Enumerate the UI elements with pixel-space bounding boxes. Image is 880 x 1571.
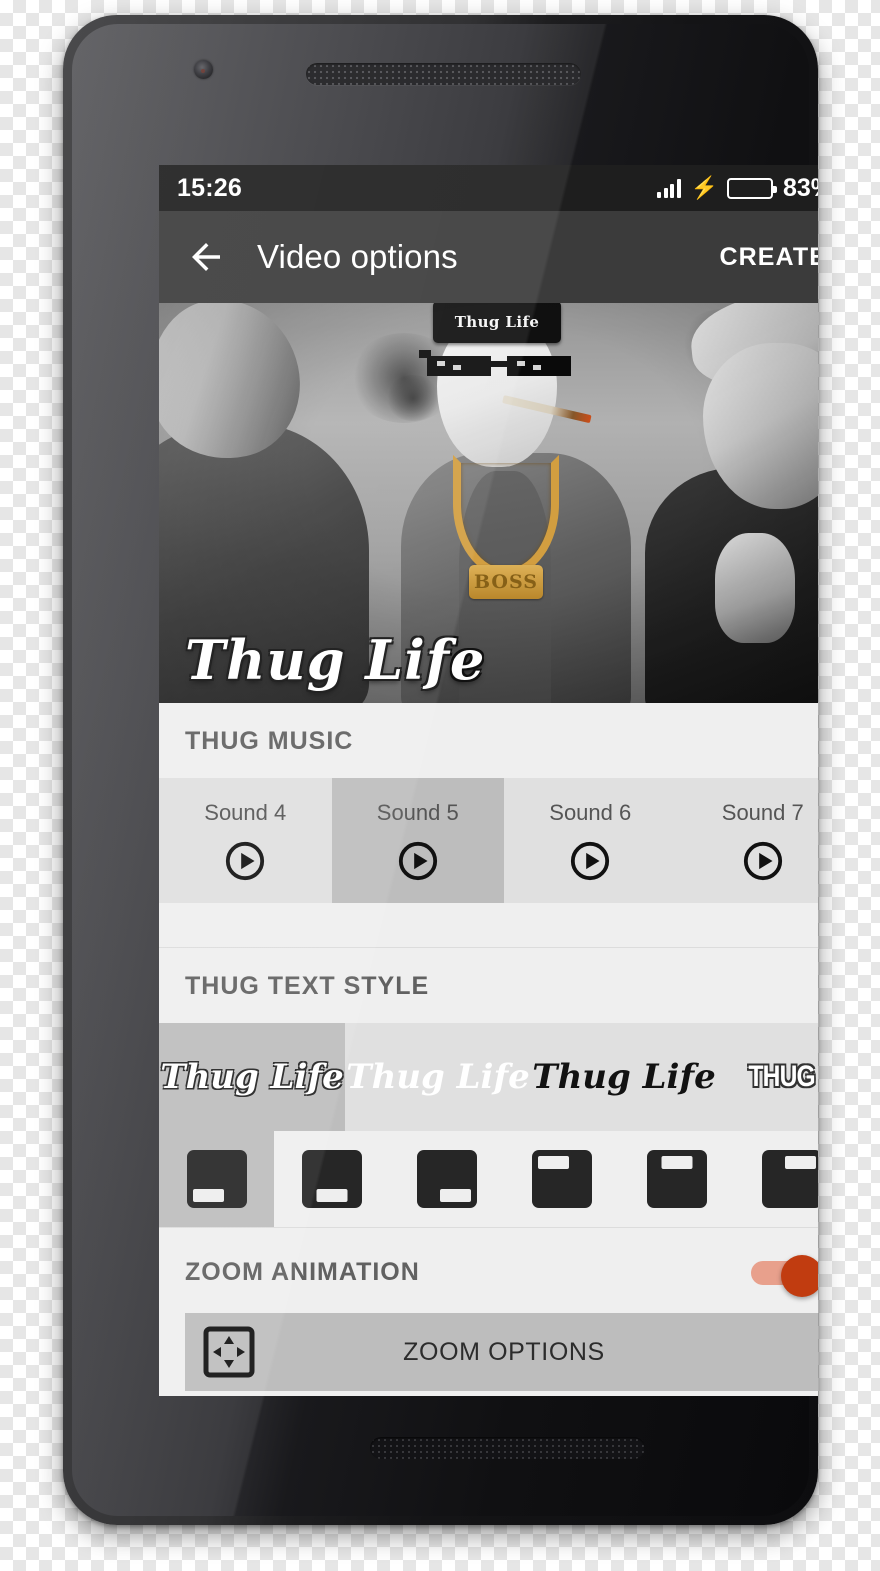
battery-percent-label: 83% [782, 173, 818, 202]
text-position-top-left-icon[interactable] [504, 1131, 619, 1227]
battery-icon [726, 177, 777, 199]
text-position-bottom-right-icon[interactable] [389, 1131, 504, 1227]
play-icon[interactable] [742, 840, 784, 882]
page-title: Video options [257, 238, 458, 275]
text-style-list[interactable]: Thug Life Thug Life Thug Life THUG LIFE [159, 1023, 818, 1131]
text-style-item-3[interactable]: THUG LIFE [717, 1023, 818, 1131]
text-position-top-right-icon[interactable] [734, 1131, 818, 1227]
text-style-item-2[interactable]: Thug Life [531, 1023, 717, 1131]
sound-item-0[interactable]: Sound 4 [159, 778, 332, 903]
text-style-preview: Thug Life [346, 1057, 530, 1097]
back-arrow-icon[interactable] [185, 236, 227, 278]
status-bar: 15:26 ⚡ 83% [159, 165, 818, 211]
text-position-bottom-center-icon[interactable] [274, 1131, 389, 1227]
zoom-options-button[interactable]: ZOOM OPTIONS [185, 1313, 818, 1391]
zoom-options-label: ZOOM OPTIONS [403, 1337, 605, 1366]
thug-music-section: THUG MUSIC Sound 4 Sound 5 Sound 6 Sound… [159, 703, 818, 948]
signal-bars-icon [657, 178, 681, 198]
bottom-speaker-icon [370, 1437, 645, 1459]
sound-list[interactable]: Sound 4 Sound 5 Sound 6 Sound 7 [159, 778, 818, 903]
sound-label: Sound 5 [376, 799, 459, 825]
earpiece-speaker-icon [306, 63, 581, 85]
video-preview[interactable]: Thug Life BOSS [159, 303, 818, 703]
thug-text-style-section: THUG TEXT STYLE Thug Life Thug Life Thug… [159, 948, 818, 1228]
phone-device: 15:26 ⚡ 83% Video options CREATE [63, 15, 818, 1525]
front-camera-icon [194, 60, 213, 79]
status-icons: ⚡ 83% [657, 174, 818, 203]
status-clock: 15:26 [177, 173, 242, 202]
sound-item-2[interactable]: Sound 6 [504, 778, 677, 903]
zoom-animation-label: ZOOM ANIMATION [185, 1258, 420, 1286]
thug-music-header: THUG MUSIC [159, 703, 818, 778]
play-icon[interactable] [397, 840, 439, 882]
sound-label: Sound 4 [204, 799, 287, 825]
text-style-preview: Thug Life [532, 1057, 716, 1097]
zoom-animation-section: ZOOM ANIMATION ZOOM OPTIONS [159, 1228, 818, 1391]
text-style-preview: Thug Life [160, 1057, 344, 1097]
section-spacer [159, 903, 818, 947]
phone-screen: 15:26 ⚡ 83% Video options CREATE [159, 165, 818, 1396]
sound-label: Sound 7 [721, 799, 804, 825]
text-position-top-center-icon[interactable] [619, 1131, 734, 1227]
sound-item-1[interactable]: Sound 5 [331, 778, 504, 903]
zoom-animation-toggle[interactable] [751, 1254, 818, 1297]
thug-text-style-header: THUG TEXT STYLE [159, 948, 818, 1023]
text-style-item-1[interactable]: Thug Life [345, 1023, 531, 1131]
text-position-list[interactable] [159, 1131, 818, 1227]
app-bar: Video options CREATE [159, 211, 818, 303]
lightning-bolt-icon: ⚡ [690, 175, 718, 200]
sound-item-3[interactable]: Sound 7 [677, 778, 819, 903]
text-style-item-0[interactable]: Thug Life [159, 1023, 345, 1131]
text-position-bottom-left-icon[interactable] [159, 1131, 274, 1227]
text-style-preview: THUG LIFE [748, 1060, 818, 1093]
play-icon[interactable] [569, 840, 611, 882]
create-button[interactable]: CREATE [719, 243, 818, 272]
preview-overlay-text: Thug Life [185, 628, 486, 692]
sound-label: Sound 6 [549, 799, 632, 825]
zoom-animation-row: ZOOM ANIMATION [159, 1228, 818, 1313]
play-icon[interactable] [224, 840, 266, 882]
